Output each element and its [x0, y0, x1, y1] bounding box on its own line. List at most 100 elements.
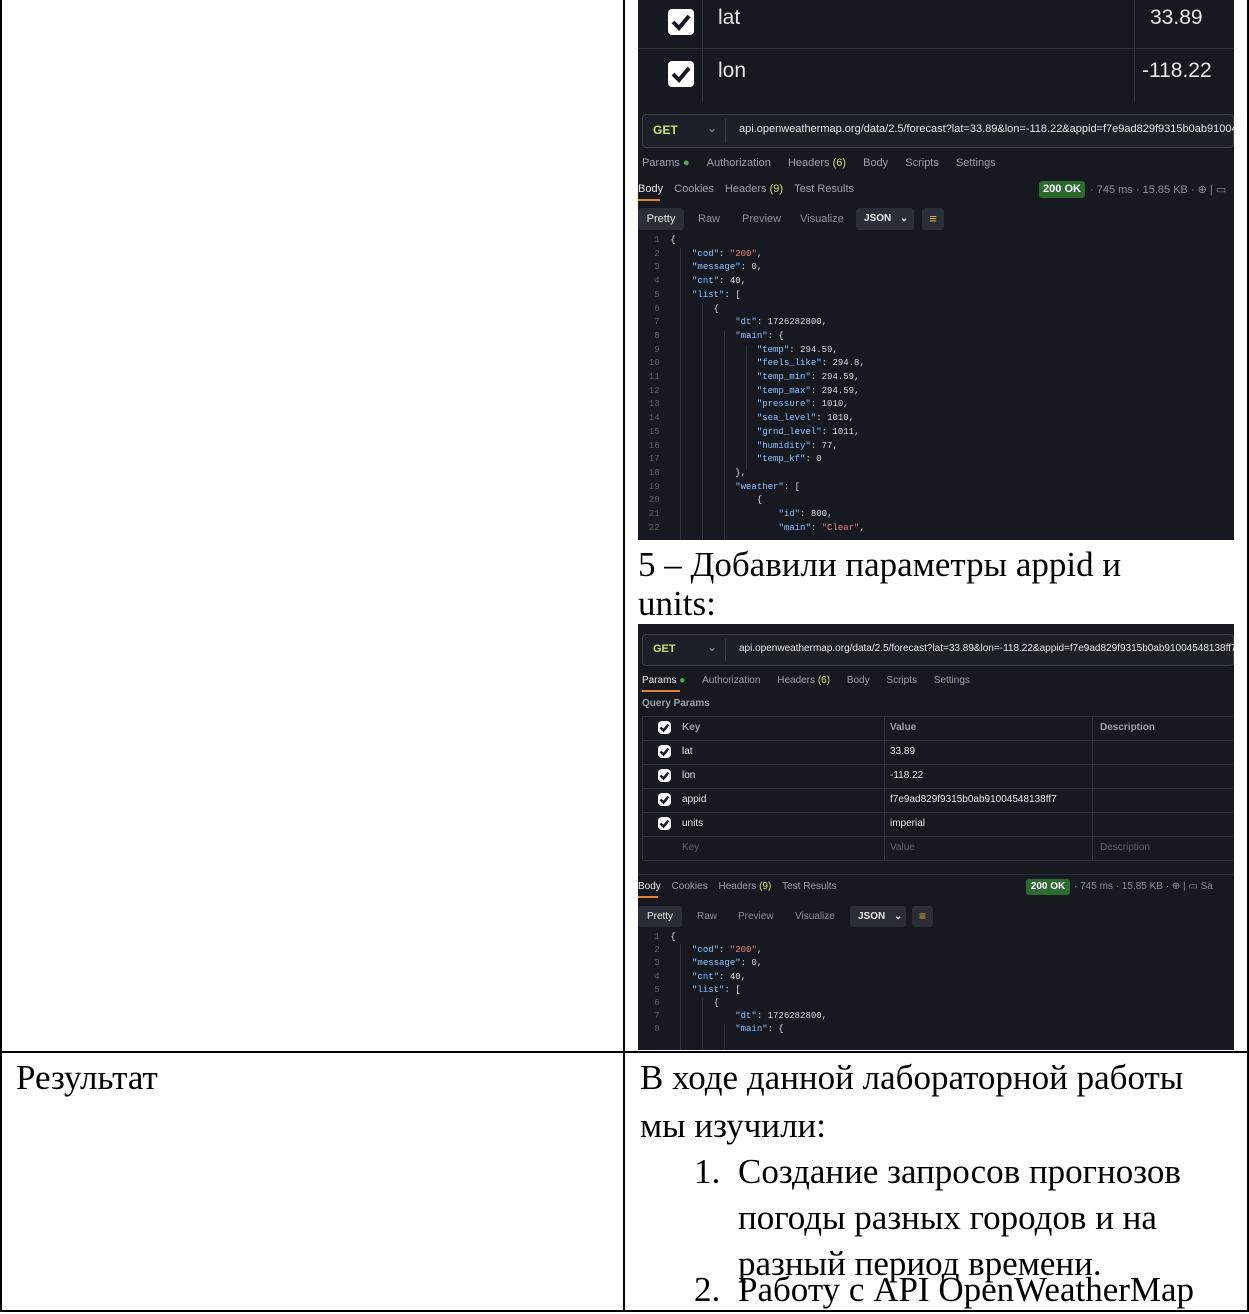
tab-headers[interactable]: Headers: [777, 675, 815, 686]
param-value[interactable]: 33.89: [890, 746, 915, 757]
checkbox-lon[interactable]: [658, 769, 671, 782]
method-select[interactable]: GET: [653, 123, 678, 137]
postman-screenshot-2: GET ⌄ api.openweathermap.org/data/2.5/fo…: [638, 624, 1234, 1050]
globe-icon[interactable]: · ⊕ | ▭: [1191, 184, 1226, 196]
list-item-number: 1.: [694, 1152, 721, 1191]
url-input[interactable]: api.openweathermap.org/data/2.5/forecast…: [739, 123, 1234, 135]
view-pretty-button[interactable]: Pretty: [638, 906, 682, 927]
response-size: 15.85 KB: [1142, 184, 1188, 196]
view-preview-button[interactable]: Preview: [742, 213, 781, 225]
response-time: 745 ms: [1080, 881, 1113, 892]
view-visualize-button[interactable]: Visualize: [795, 911, 835, 922]
tab-settings[interactable]: Settings: [934, 675, 970, 686]
tab-response-headers[interactable]: Headers: [719, 881, 757, 892]
grid-row: [642, 788, 1234, 789]
code-line: 13 "pressure": 1010,: [638, 399, 849, 410]
tab-authorization[interactable]: Authorization: [702, 675, 760, 686]
new-param-description[interactable]: Description: [1100, 842, 1150, 853]
param-value: -118.22: [1142, 59, 1212, 82]
tab-authorization[interactable]: Authorization: [707, 157, 771, 169]
list-item-line: погоды разных городов и на: [738, 1198, 1157, 1237]
line-number: 4: [638, 971, 671, 982]
code-line: 3 "message": 0,: [638, 958, 763, 969]
tab-params[interactable]: Params: [642, 675, 676, 686]
save-response-button[interactable]: Sa: [1201, 881, 1213, 892]
checkbox-select-all[interactable]: [658, 721, 671, 734]
headers-count: (6): [832, 157, 847, 169]
line-number: 20: [638, 495, 671, 506]
active-tab-underline: [638, 896, 658, 898]
tab-params[interactable]: Params: [642, 157, 680, 169]
wrap-lines-icon[interactable]: ≡: [912, 906, 933, 927]
grid-row: [642, 836, 1234, 837]
view-visualize-button[interactable]: Visualize: [800, 213, 844, 225]
format-select[interactable]: JSON ⌄: [856, 208, 914, 230]
code-line: 19 "weather": [: [638, 481, 801, 492]
param-value[interactable]: imperial: [890, 818, 925, 829]
checkbox-appid[interactable]: [658, 793, 671, 806]
table-border-middle: [623, 0, 625, 1312]
globe-icon[interactable]: · ⊕ | ▭: [1166, 881, 1201, 892]
code-line: 8 "main": {: [638, 330, 784, 341]
request-tabs: Params ● Authorization Headers (6) Body …: [642, 675, 970, 686]
result-intro-line-2: мы изучили:: [640, 1106, 826, 1145]
tab-test-results[interactable]: Test Results: [782, 881, 836, 892]
tab-body[interactable]: Body: [847, 675, 870, 686]
chevron-down-icon[interactable]: ⌄: [707, 640, 717, 654]
checkbox-lat[interactable]: [658, 745, 671, 758]
param-key[interactable]: appid: [682, 794, 706, 805]
param-key[interactable]: lat: [682, 746, 693, 757]
code-line: 4 "cnt": 40,: [638, 971, 747, 982]
line-number: 3: [638, 262, 671, 273]
tab-body[interactable]: Body: [863, 157, 888, 169]
checkbox-lat[interactable]: [668, 9, 694, 35]
view-raw-button[interactable]: Raw: [698, 213, 720, 225]
new-param-key[interactable]: Key: [682, 842, 699, 853]
tab-response-headers[interactable]: Headers: [725, 183, 767, 195]
checkbox-units[interactable]: [658, 817, 671, 830]
param-value[interactable]: f7e9ad829f9315b0ab91004548138ff7: [890, 794, 1057, 805]
tab-cookies[interactable]: Cookies: [674, 183, 714, 195]
code-line: 5 "list": [: [638, 289, 741, 300]
param-key: lon: [718, 59, 747, 82]
format-select[interactable]: JSON ⌄: [850, 906, 906, 927]
tab-cookies[interactable]: Cookies: [672, 881, 708, 892]
method-select[interactable]: GET: [653, 643, 676, 655]
view-preview-button[interactable]: Preview: [738, 911, 774, 922]
checkmark-icon: [659, 771, 670, 781]
tab-response-body[interactable]: Body: [638, 183, 663, 195]
line-number: 19: [638, 481, 671, 492]
code-line: 8 "main": {: [638, 1024, 784, 1035]
checkbox-lon[interactable]: [668, 61, 694, 87]
grid-row: [642, 740, 1234, 741]
line-number: 6: [638, 303, 671, 314]
chevron-down-icon[interactable]: ⌄: [707, 121, 717, 135]
tab-test-results[interactable]: Test Results: [794, 183, 854, 195]
line-number: 2: [638, 945, 671, 956]
url-bar[interactable]: GET ⌄ api.openweathermap.org/data/2.5/fo…: [642, 114, 1234, 148]
line-number: 8: [638, 330, 671, 341]
new-param-value[interactable]: Value: [890, 842, 915, 853]
tab-scripts[interactable]: Scripts: [905, 157, 939, 169]
grid-row: [642, 716, 1234, 717]
tab-headers[interactable]: Headers: [788, 157, 830, 169]
url-bar[interactable]: GET ⌄ api.openweathermap.org/data/2.5/fo…: [642, 634, 1234, 666]
view-raw-button[interactable]: Raw: [697, 911, 717, 922]
view-pretty-button[interactable]: Pretty: [638, 208, 684, 230]
params-column-divider-2: [702, 0, 703, 102]
tab-response-body[interactable]: Body: [638, 881, 661, 892]
code-line: 9 "temp": 294.59,: [638, 344, 838, 355]
line-number: 5: [638, 984, 671, 995]
line-number: 8: [638, 1024, 671, 1035]
line-number: 21: [638, 509, 671, 519]
line-number: 7: [638, 1011, 671, 1022]
param-key[interactable]: lon: [682, 770, 695, 781]
line-number: 7: [638, 317, 671, 328]
tab-scripts[interactable]: Scripts: [886, 675, 917, 686]
wrap-lines-icon[interactable]: ≡: [922, 208, 944, 230]
tab-settings[interactable]: Settings: [956, 157, 996, 169]
param-value[interactable]: -118.22: [890, 770, 923, 781]
url-input[interactable]: api.openweathermap.org/data/2.5/forecast…: [739, 643, 1234, 654]
param-key[interactable]: units: [682, 818, 703, 829]
response-headers-count: (9): [759, 881, 772, 892]
